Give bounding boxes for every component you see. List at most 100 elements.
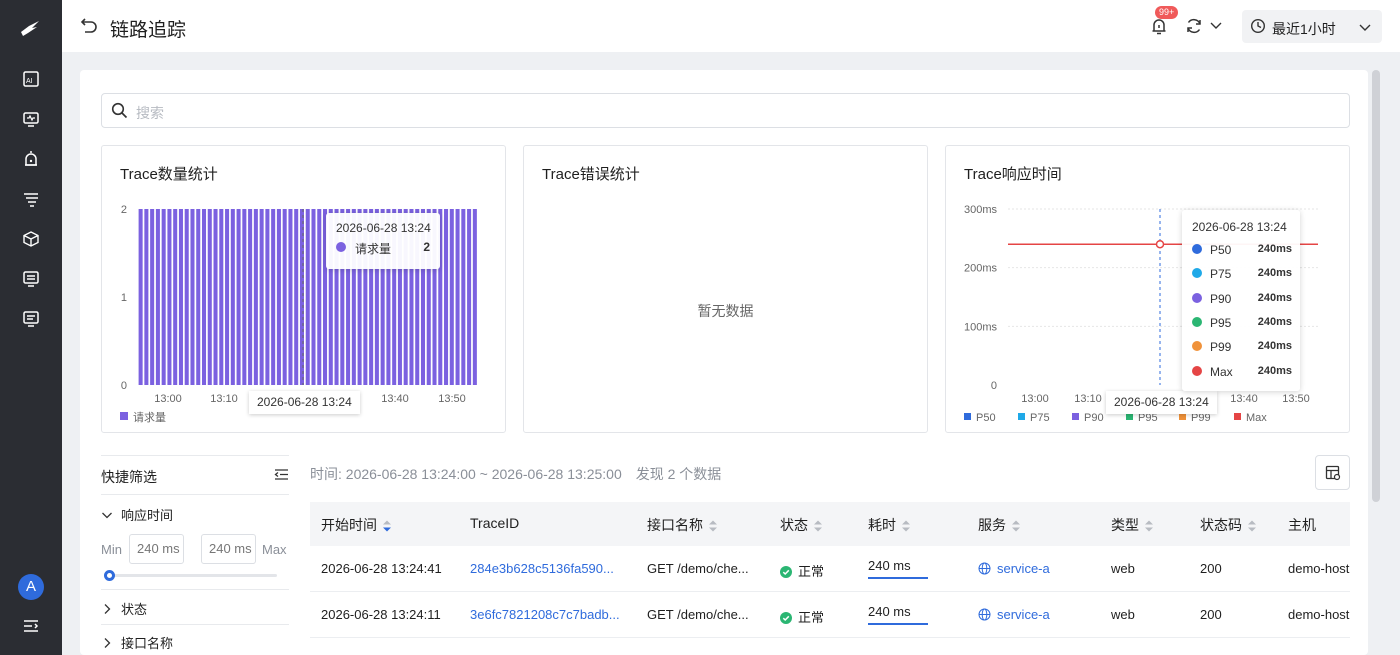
y-tick-label: 200ms — [964, 263, 998, 275]
chevron-down-icon — [1359, 24, 1371, 31]
column-header[interactable]: 类型 — [1111, 515, 1154, 535]
tooltip-row-p95: P95 240ms — [1182, 316, 1300, 336]
trace-count-card: Trace数量统计 0 1 2 13:00 13:10 13:40 13:50 请求量 202… — [101, 145, 506, 433]
slider-handle[interactable] — [104, 570, 115, 581]
column-header[interactable]: 开始时间 — [321, 515, 392, 535]
table-row[interactable]: 2026-06-28 13:24:11 3e6fc7821208c7c7badb.… — [310, 592, 1350, 638]
sort-icon[interactable] — [1247, 519, 1257, 533]
x-tick-label: 13:00 — [1021, 393, 1049, 405]
legend-swatch — [964, 413, 971, 420]
tooltip-dot — [1192, 268, 1202, 279]
tooltip-time: 2026-06-28 13:24 — [336, 221, 431, 235]
page-scrollbar[interactable] — [1372, 70, 1380, 502]
notification-bell-icon[interactable] — [1150, 17, 1168, 35]
column-header[interactable]: 状态 — [780, 515, 823, 535]
bar — [288, 209, 293, 385]
min-latency-input[interactable]: 240 ms — [129, 534, 184, 564]
tooltip-dot — [1192, 292, 1202, 303]
sort-icon[interactable] — [1144, 519, 1154, 533]
log-icon[interactable] — [22, 270, 40, 288]
sort-descending-icon[interactable] — [382, 519, 392, 533]
chevron-down-icon — [102, 512, 112, 519]
tooltip-series-value: 240ms — [1257, 267, 1292, 280]
ai-dashboard-icon[interactable]: AI — [22, 70, 40, 88]
api-name-cell: GET /demo/che... — [647, 561, 749, 576]
trace-id-link[interactable]: 284e3b628c5136fa590... — [470, 561, 614, 576]
filter-section-label: 状态 — [121, 602, 148, 617]
app-logo-icon[interactable] — [19, 18, 41, 38]
trace-icon[interactable] — [22, 190, 40, 208]
legend-label: P50 — [976, 412, 996, 424]
service-name: service-a — [997, 607, 1050, 622]
duration-cell: 240 ms — [868, 558, 928, 579]
y-tick-label: 0 — [121, 380, 127, 392]
sort-icon[interactable] — [708, 519, 718, 533]
service-link[interactable]: service-a — [978, 607, 1050, 622]
bar — [305, 209, 310, 385]
column-header[interactable]: 耗时 — [868, 515, 911, 535]
report-icon[interactable] — [22, 310, 40, 328]
column-header[interactable]: 主机 — [1288, 515, 1316, 535]
user-avatar[interactable]: A — [18, 574, 44, 600]
column-header[interactable]: 状态码 — [1200, 515, 1257, 535]
sort-icon[interactable] — [813, 519, 823, 533]
legend-swatch — [120, 412, 128, 420]
bar — [449, 209, 454, 385]
collapse-menu-icon[interactable] — [22, 617, 40, 635]
status-ok-icon — [780, 612, 792, 624]
latency-range-slider[interactable] — [104, 570, 277, 581]
max-latency-input[interactable]: 240 ms — [201, 534, 256, 564]
bar — [184, 209, 189, 385]
start-time-cell: 2026-06-28 13:24:41 — [321, 561, 442, 576]
time-range-select[interactable]: 最近1小时 — [1242, 10, 1382, 43]
result-count-text: 发现 2 个数据 — [635, 466, 722, 482]
sort-icon[interactable] — [901, 519, 911, 533]
bar — [444, 209, 449, 385]
filter-section-latency[interactable]: 响应时间 — [101, 505, 173, 524]
bar — [253, 209, 258, 385]
table-row[interactable]: 2026-06-28 13:24:41 284e3b628c5136fa590..… — [310, 546, 1350, 592]
service-link[interactable]: service-a — [978, 561, 1050, 576]
search-input[interactable]: 搜索 — [101, 93, 1350, 128]
host-cell: demo-host — [1288, 607, 1350, 622]
x-tick-label: 13:00 — [154, 393, 182, 405]
column-header[interactable]: TraceID — [470, 515, 519, 531]
trace-id-link[interactable]: 3e6fc7821208c7c7badb... — [470, 607, 620, 622]
status-ok-icon — [780, 566, 792, 578]
table-header: 开始时间 TraceID 接口名称 状态 耗时 服务 类型 状态码 主机 — [310, 502, 1350, 546]
sort-icon[interactable] — [1011, 519, 1021, 533]
column-settings-button[interactable] — [1315, 455, 1350, 490]
notification-badge: 99+ — [1155, 6, 1179, 19]
refresh-icon[interactable] — [1185, 17, 1203, 35]
collapse-filter-icon[interactable] — [274, 467, 289, 482]
y-tick-label: 0 — [991, 380, 997, 392]
tooltip-series-name: P75 — [1210, 267, 1232, 282]
column-header[interactable]: 接口名称 — [647, 515, 718, 535]
filter-section-api[interactable]: 接口名称 — [101, 633, 173, 652]
refresh-options-chevron-down-icon[interactable] — [1209, 18, 1223, 32]
bar — [161, 209, 166, 385]
empty-state-text: 暂无数据 — [697, 303, 754, 319]
bar — [196, 209, 201, 385]
clock-icon — [1250, 18, 1266, 34]
package-icon[interactable] — [22, 230, 40, 248]
page-title: 链路追踪 — [110, 20, 187, 41]
tooltip-row-p50: P50 240ms — [1182, 243, 1300, 263]
monitor-icon[interactable] — [22, 110, 40, 128]
y-tick-label: 100ms — [964, 321, 998, 333]
bar — [155, 209, 160, 385]
back-icon[interactable] — [80, 16, 98, 34]
bar — [317, 209, 322, 385]
status-code-cell: 200 — [1200, 607, 1222, 622]
alert-icon[interactable] — [22, 150, 40, 168]
count-tooltip: 2026-06-28 13:24 请求量 2 — [326, 213, 440, 269]
chevron-right-icon — [104, 638, 111, 648]
bar — [150, 209, 155, 385]
svg-text:AI: AI — [26, 78, 33, 85]
tooltip-time: 2026-06-28 13:24 — [1192, 220, 1287, 234]
column-header[interactable]: 服务 — [978, 515, 1021, 535]
bar — [219, 209, 224, 385]
quick-filter-title: 快捷筛选 — [101, 469, 157, 485]
filter-section-status[interactable]: 状态 — [101, 599, 147, 618]
legend-label: Max — [1246, 412, 1267, 424]
